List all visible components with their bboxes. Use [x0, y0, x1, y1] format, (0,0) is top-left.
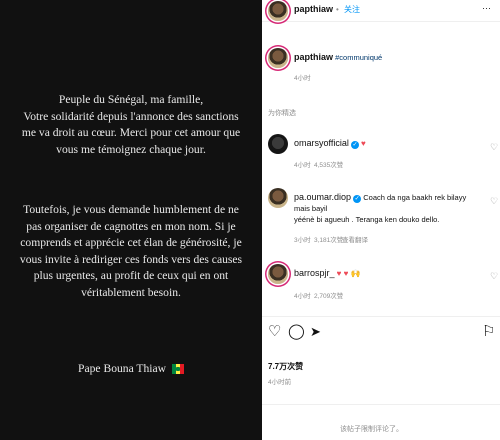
comment-username[interactable]: barrospjr_ [294, 268, 335, 278]
comment-username[interactable]: pa.oumar.diop [294, 192, 351, 202]
caption-username[interactable]: papthiaw [294, 52, 333, 62]
see-translation-link[interactable]: 查看翻译 [342, 234, 368, 244]
post-line: comprends et apprécie cet élan de généro… [20, 236, 242, 249]
like-icon[interactable]: ♡ [268, 324, 281, 339]
separator-dot: • [336, 5, 339, 14]
verified-icon: ✓ [353, 195, 362, 203]
comment-username[interactable]: omarsyofficial [294, 138, 349, 148]
post-line: Peuple du Sénégal, ma famille, [58, 93, 204, 106]
comment-text: yéénè bi agueuh . Teranga ken douko dell… [294, 215, 440, 224]
comment-body: barrospjr_ ♥ ♥ 🙌 [294, 268, 361, 278]
comment-body: pa.oumar.diop ✓ Coach da nga baakh rek b… [294, 192, 474, 225]
signature-text: Pape Bouna Thiaw [78, 362, 167, 375]
post-line: pas organiser de cagnottes en mon nom. S… [26, 219, 236, 233]
post-time: 4小时前 [268, 379, 292, 386]
comment-time: 4小时 [294, 293, 311, 300]
post-line: vous me témoignez chaque jour. [56, 142, 206, 156]
post-line: Toutefois, je vous demande humblement de… [23, 203, 239, 216]
heart-outline-icon[interactable]: ♡ [490, 142, 498, 153]
comment-time: 3小时 [294, 237, 311, 244]
post-line: plus urgentes, au profit de ceux qui en … [33, 269, 229, 282]
post-paragraph-2: Toutefois, je vous demande humblement de… [8, 202, 254, 301]
instagram-comments-panel: papthiaw • 关注 ··· papthiaw #communiqué 4… [262, 0, 500, 440]
likes-count[interactable]: 7.7万次赞 [268, 361, 303, 372]
comment-body: omarsyofficial ✓ ♥ [294, 138, 366, 149]
post-paragraph-1: Peuple du Sénégal, ma famille, Votre sol… [8, 92, 254, 158]
comment-text: ♥ ♥ 🙌 [336, 269, 361, 278]
verified-icon: ✓ [350, 141, 359, 149]
comment-likes[interactable]: 2,709次赞 [314, 290, 343, 300]
post-line: me va droit au cœur. Merci pour cet amou… [21, 126, 241, 139]
avatar[interactable] [268, 1, 288, 21]
share-icon[interactable]: ➤ [310, 324, 321, 339]
follow-button[interactable]: 关注 [344, 4, 360, 15]
bookmark-icon[interactable]: ⚐ [482, 324, 495, 339]
avatar[interactable] [268, 48, 288, 68]
comment-text: ♥ [361, 139, 366, 148]
post-line: Votre solidarité depuis l'annonce des sa… [23, 109, 239, 123]
senegal-flag-icon [171, 364, 184, 374]
post-image: Peuple du Sénégal, ma famille, Votre sol… [0, 0, 262, 440]
header-username[interactable]: papthiaw [294, 4, 333, 14]
comment-likes[interactable]: 3,181次赞 [314, 234, 343, 244]
heart-outline-icon[interactable]: ♡ [490, 196, 498, 207]
avatar[interactable] [268, 134, 288, 154]
avatar[interactable] [268, 188, 288, 208]
comments-disabled-notice: 该帖子限制评论了。 [340, 426, 403, 433]
avatar[interactable] [268, 264, 288, 284]
comment-icon[interactable]: ◯ [288, 324, 305, 339]
sort-selector[interactable]: 为你精选 [268, 108, 296, 118]
caption-time: 4小时 [294, 75, 311, 82]
comment-likes[interactable]: 4,535次赞 [314, 159, 343, 169]
post-line: véritablement besoin. [81, 285, 181, 299]
divider [262, 404, 500, 405]
post-signature: Pape Bouna Thiaw [8, 362, 254, 375]
post-header: papthiaw • 关注 ··· [262, 0, 500, 22]
comment-time: 4小时 [294, 162, 311, 169]
heart-outline-icon[interactable]: ♡ [490, 271, 498, 282]
caption-hashtag[interactable]: #communiqué [335, 53, 382, 62]
caption: papthiaw #communiqué [294, 52, 382, 62]
divider [262, 316, 500, 317]
post-line: vous invite à rediriger ces fonds vers d… [19, 252, 243, 266]
more-options-icon[interactable]: ··· [482, 3, 491, 13]
